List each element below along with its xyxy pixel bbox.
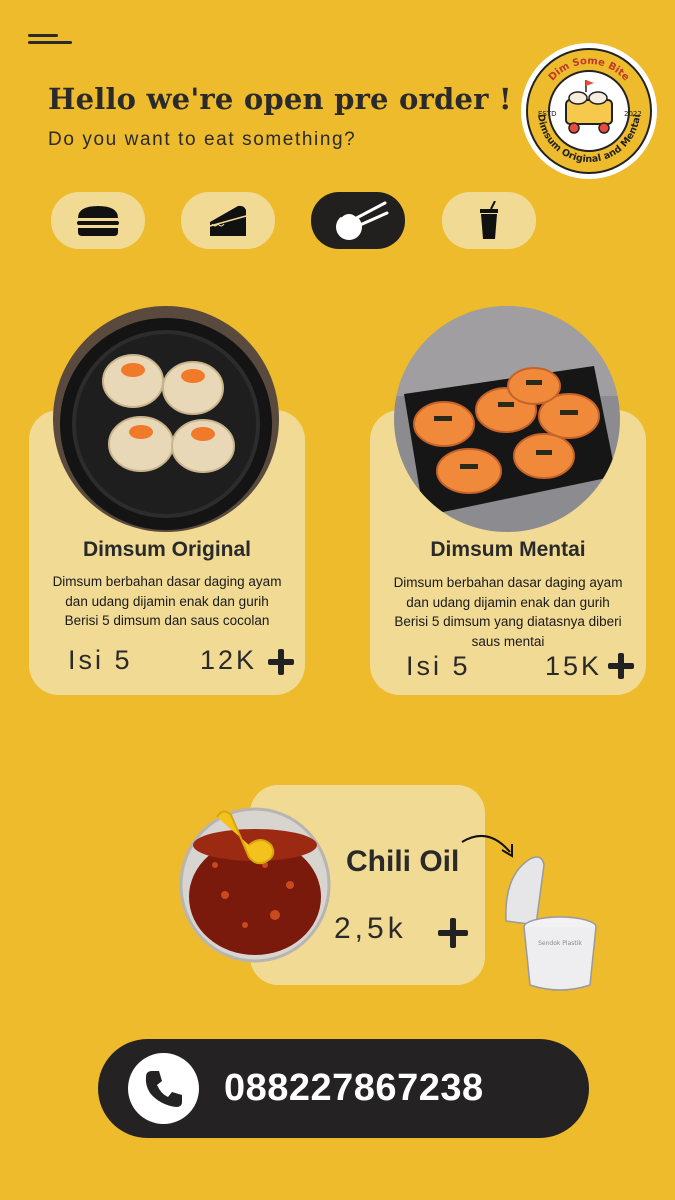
- category-drink[interactable]: [442, 192, 536, 249]
- product-name: Dimsum Mentai: [430, 538, 586, 561]
- logo-left-text: ESTD: [538, 110, 557, 118]
- cake-icon: [209, 205, 247, 236]
- category-burger[interactable]: [51, 192, 145, 249]
- add-to-cart-button[interactable]: [608, 653, 634, 679]
- add-addon-button[interactable]: [438, 918, 468, 948]
- product-qty: Isi 5: [406, 651, 471, 681]
- sauce-cup-photo: Sendok Plastik: [500, 845, 600, 995]
- dimsum-mentai-photo: [394, 306, 620, 532]
- category-dimsum[interactable]: [311, 192, 405, 249]
- dumpling-chopsticks-icon: [336, 201, 389, 240]
- svg-text:Sendok Plastik: Sendok Plastik: [538, 940, 582, 947]
- add-to-cart-button[interactable]: [268, 649, 294, 675]
- product-name: Dimsum Original: [82, 538, 252, 561]
- page-title: Hello we're open pre order !: [48, 82, 512, 116]
- dimsum-original-photo: [53, 306, 279, 532]
- drink-icon: [480, 200, 498, 239]
- page-subtitle: Do you want to eat something?: [48, 129, 357, 150]
- chili-oil-jar-photo: [175, 805, 335, 965]
- product-description: Dimsum berbahan dasar daging ayam dan ud…: [52, 574, 282, 628]
- product-price: 15K: [545, 651, 603, 681]
- hamburger-menu-icon[interactable]: [28, 34, 74, 46]
- product-price: 12K: [200, 645, 258, 675]
- product-description: Dimsum berbahan dasar daging ayam dan ud…: [393, 575, 623, 649]
- brand-logo: Dim Some Bite Dimsum Original and Mentai…: [520, 42, 658, 180]
- category-cake[interactable]: [181, 192, 275, 249]
- logo-right-text: 2022: [624, 110, 642, 118]
- burger-icon: [77, 205, 119, 236]
- addon-name: Chili Oil: [346, 845, 460, 878]
- addon-price: 2,5k: [334, 912, 407, 945]
- product-qty: Isi 5: [68, 645, 133, 675]
- phone-icon: [128, 1053, 199, 1124]
- phone-number: 088227867238: [224, 1067, 484, 1109]
- call-button[interactable]: 088227867238: [98, 1039, 589, 1138]
